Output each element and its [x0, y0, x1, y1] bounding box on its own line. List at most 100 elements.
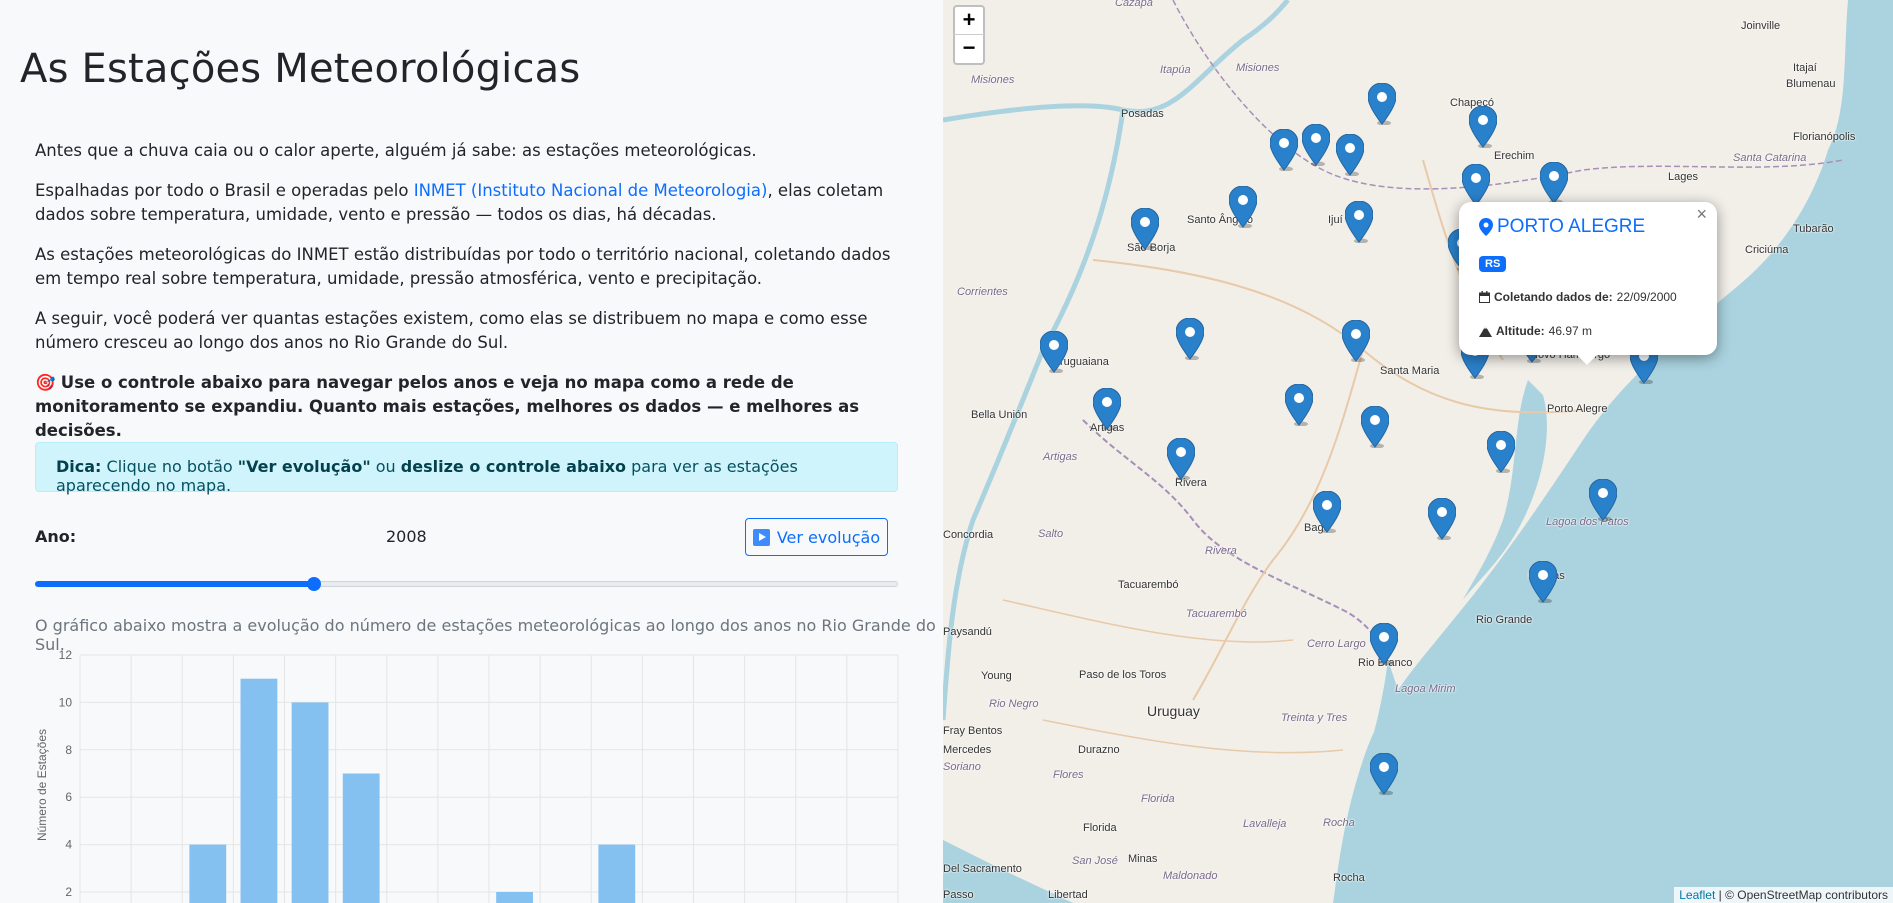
map-place-label: Flores	[1053, 769, 1084, 781]
map-place-label: Erechim	[1494, 150, 1535, 162]
map-place-label: Soriano	[943, 761, 981, 773]
zoom-in-button[interactable]: +	[953, 5, 985, 35]
map-place-label: Minas	[1128, 853, 1158, 865]
map-place-label: Lagoa Mirim	[1395, 683, 1456, 695]
station-marker-icon[interactable]	[1367, 82, 1397, 126]
station-marker-icon[interactable]	[1369, 752, 1399, 796]
chart-bar	[240, 678, 278, 903]
station-marker-icon[interactable]	[1039, 330, 1069, 374]
station-marker-icon[interactable]	[1427, 497, 1457, 541]
year-slider[interactable]	[35, 577, 898, 591]
calendar-icon	[1479, 291, 1490, 303]
station-marker-icon[interactable]	[1312, 490, 1342, 534]
tip-slider-ref: deslize o controle abaixo	[400, 457, 627, 476]
map-place-label: Florida	[1141, 793, 1175, 805]
map-place-label: Misiones	[971, 74, 1015, 86]
stations-bar-chart: 2 4 6 8 10 12 Número de Estações	[35, 648, 899, 903]
map-place-label: Mercedes	[943, 744, 992, 756]
map-place-label: Rio Grande	[1476, 614, 1533, 626]
station-marker-icon[interactable]	[1335, 133, 1365, 177]
popup-station-name: PORTO ALEGRE	[1497, 216, 1646, 237]
station-marker-icon[interactable]	[1228, 185, 1258, 229]
station-marker-icon[interactable]	[1130, 207, 1160, 251]
chart-y-tick-label: 2	[65, 885, 72, 899]
chart-y-tick-label: 12	[59, 648, 73, 662]
chart-bar	[598, 844, 636, 903]
chart-y-tick-label: 4	[65, 838, 72, 852]
attribution-text: | © OpenStreetMap contributors	[1715, 888, 1888, 902]
road	[1002, 599, 1294, 643]
map-place-label: Rivera	[1205, 545, 1237, 557]
station-marker-icon[interactable]	[1301, 123, 1331, 167]
map-place-label: Artigas	[1043, 451, 1078, 463]
play-icon	[752, 528, 770, 546]
map-place-label: Posadas	[1121, 108, 1164, 120]
year-label: Ano:	[35, 527, 77, 546]
chart-y-tick-label: 10	[59, 695, 73, 709]
intro-text: Espalhadas por todo o Brasil e operadas …	[35, 181, 414, 200]
map-place-label: Del Sacramento	[943, 863, 1022, 875]
popup-date-label: Coletando dados de:	[1494, 290, 1613, 304]
station-marker-icon[interactable]	[1528, 560, 1558, 604]
station-marker-icon[interactable]	[1344, 200, 1374, 244]
map-place-label: Criciúma	[1745, 244, 1789, 256]
intro-paragraph-5: 🎯 Use o controle abaixo para navegar pel…	[35, 371, 895, 443]
chart-bar	[189, 844, 227, 903]
station-marker-icon[interactable]	[1269, 128, 1299, 172]
chart-y-tick-label: 8	[65, 743, 72, 757]
map-place-label: Uruguay	[1147, 703, 1200, 719]
map-place-label: Rio Negro	[989, 698, 1039, 710]
station-marker-icon[interactable]	[1539, 161, 1569, 205]
map-place-label: San José	[1072, 855, 1118, 867]
leaflet-link[interactable]: Leaflet	[1679, 888, 1715, 902]
map-place-label: Rocha	[1323, 817, 1355, 829]
station-marker-icon[interactable]	[1284, 383, 1314, 427]
map-base	[943, 0, 1893, 903]
chart-y-axis-label: Número de Estações	[35, 729, 49, 841]
page-title: As Estações Meteorológicas	[20, 46, 581, 92]
station-popup: × PORTO ALEGRE RS Coletando dados de: 22…	[1459, 202, 1717, 365]
map-place-label: Blumenau	[1786, 78, 1836, 90]
station-marker-icon[interactable]	[1175, 317, 1205, 361]
tip-alert: Dica: Clique no botão "Ver evolução" ou …	[35, 442, 898, 495]
map-place-label: Passo	[943, 889, 974, 901]
map-place-label: Cerro Largo	[1307, 638, 1366, 650]
popup-altitude-label: Altitude:	[1496, 324, 1545, 338]
map-place-label: Young	[981, 670, 1012, 682]
station-marker-icon[interactable]	[1461, 163, 1491, 207]
station-marker-icon[interactable]	[1588, 478, 1618, 522]
view-evolution-label: Ver evolução	[776, 527, 881, 547]
station-marker-icon[interactable]	[1360, 405, 1390, 449]
map-place-label: Lages	[1668, 171, 1698, 183]
station-marker-icon[interactable]	[1468, 105, 1498, 149]
state-badge: RS	[1479, 256, 1507, 272]
chart-bar	[342, 773, 380, 903]
map-place-label: Libertad	[1048, 889, 1088, 901]
popup-title: PORTO ALEGRE	[1479, 216, 1645, 238]
view-evolution-button[interactable]: Ver evolução	[745, 518, 888, 556]
slider-fill	[35, 581, 314, 587]
tip-button-ref: "Ver evolução"	[237, 457, 371, 476]
station-marker-icon[interactable]	[1486, 430, 1516, 474]
zoom-out-button[interactable]: −	[953, 35, 985, 65]
popup-date-line: Coletando dados de: 22/09/2000	[1479, 290, 1677, 304]
inmet-link[interactable]: INMET (Instituto Nacional de Meteorologi…	[414, 181, 768, 200]
station-marker-icon[interactable]	[1341, 319, 1371, 363]
intro-paragraph-1: Antes que a chuva caia ou o calor aperte…	[35, 141, 757, 160]
popup-close-button[interactable]: ×	[1696, 204, 1707, 225]
map-place-label: Bella Unión	[971, 409, 1028, 421]
station-marker-icon[interactable]	[1166, 437, 1196, 481]
station-marker-icon[interactable]	[1092, 387, 1122, 431]
tip-text: ou	[370, 457, 401, 476]
left-panel: As Estações Meteorológicas Antes que a c…	[0, 0, 943, 903]
slider-thumb[interactable]	[306, 577, 321, 591]
map-place-label: Porto Alegre	[1547, 403, 1608, 415]
map-place-label: Corrientes	[957, 286, 1008, 298]
station-marker-icon[interactable]	[1369, 622, 1399, 666]
intro-callout: Use o controle abaixo para navegar pelos…	[35, 373, 860, 440]
map-place-label: Treinta y Tres	[1281, 712, 1348, 724]
intro-paragraph-3: As estações meteorológicas do INMET estã…	[35, 245, 891, 288]
map-place-label: Ijuí	[1328, 214, 1343, 226]
map[interactable]: Cazapá Joinville Misiones Itapúa Misiones Pos…	[943, 0, 1893, 903]
map-place-label: Santa Catarina	[1733, 152, 1807, 164]
